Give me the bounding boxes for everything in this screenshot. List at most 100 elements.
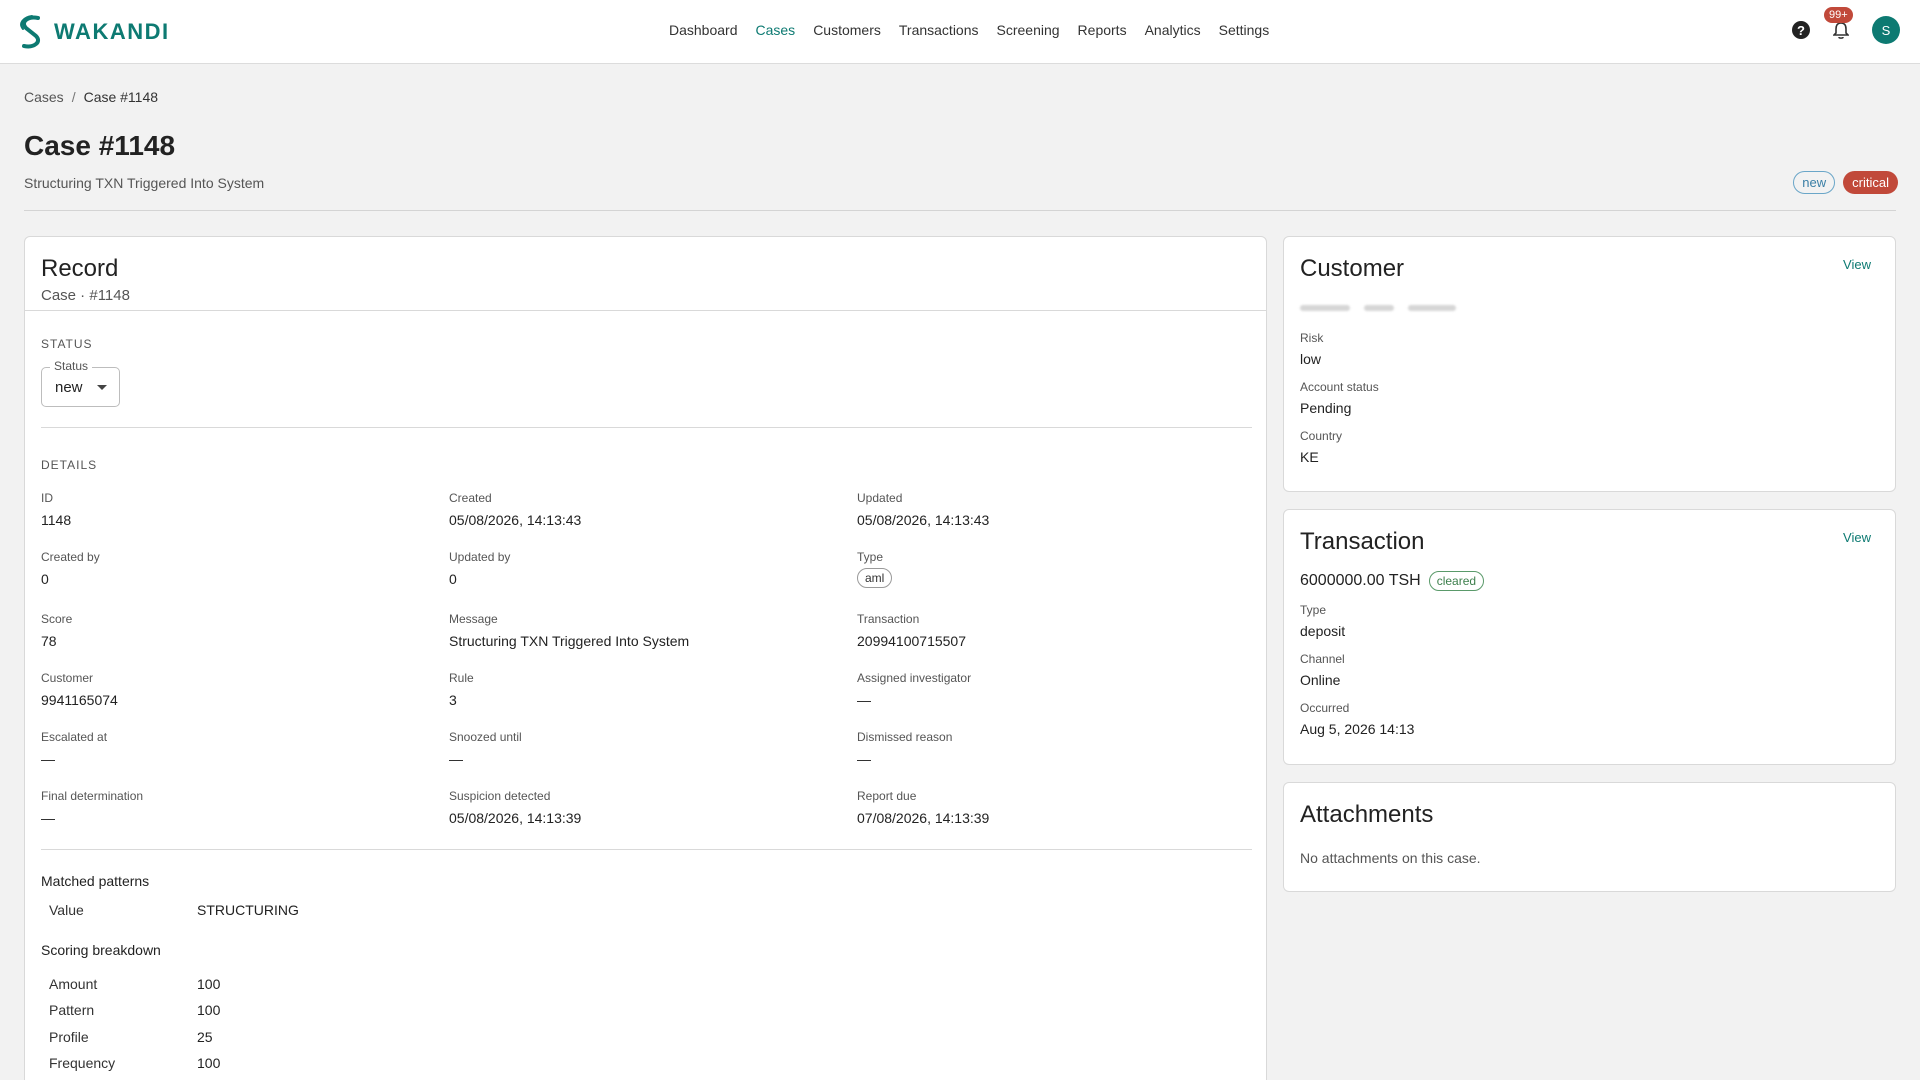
field-snoozed-until: Snoozed until —: [449, 730, 849, 767]
user-avatar[interactable]: S: [1872, 16, 1900, 44]
field-label: Customer: [41, 671, 94, 685]
field-updated: Updated 05/08/2026, 14:13:43: [857, 491, 1257, 528]
nav-customers[interactable]: Customers: [813, 22, 881, 38]
field-label: Account status: [1300, 380, 1379, 394]
field-label: Dismissed reason: [857, 730, 953, 744]
matched-pattern-row: Value STRUCTURING: [49, 902, 299, 918]
field-value: —: [857, 692, 871, 708]
record-header: Record Case · #1148: [41, 255, 130, 304]
field-label: Assigned investigator: [857, 671, 972, 685]
app-logo[interactable]: WAKANDI: [16, 14, 170, 50]
details-section-label: DETAILS: [41, 458, 98, 472]
transaction-amount-line: 6000000.00 TSH cleared: [1300, 571, 1485, 591]
field-value: —: [857, 751, 871, 767]
status-select[interactable]: Status new: [41, 359, 120, 407]
kv-value: 100: [197, 1002, 221, 1018]
status-section-label: STATUS: [41, 337, 93, 351]
main-nav: Dashboard Cases Customers Transactions S…: [669, 22, 1269, 38]
scoring-breakdown-heading: Scoring breakdown: [41, 942, 161, 958]
wakandi-logo-icon: [20, 15, 41, 49]
caret-down-icon: [97, 385, 107, 390]
nav-transactions[interactable]: Transactions: [899, 22, 979, 38]
field-message: Message Structuring TXN Triggered Into S…: [449, 612, 849, 649]
nav-dashboard[interactable]: Dashboard: [669, 22, 738, 38]
transaction-view-link[interactable]: View: [1843, 530, 1871, 545]
field-label: Occurred: [1300, 701, 1350, 715]
field-value: Structuring TXN Triggered Into System: [449, 633, 690, 649]
field-report-due: Report due 07/08/2026, 14:13:39: [857, 789, 1257, 826]
field-label: ID: [41, 491, 53, 505]
transaction-card-title: Transaction: [1300, 528, 1425, 555]
transaction-card: Transaction View 6000000.00 TSH cleared …: [1283, 509, 1896, 765]
customer-risk: Risk low: [1300, 331, 1323, 367]
severity-badge: critical: [1843, 171, 1898, 194]
field-value: 05/08/2026, 14:13:43: [449, 512, 582, 528]
status-select-label: Status: [50, 359, 93, 373]
field-value: 20994100715507: [857, 633, 967, 649]
field-label: Risk: [1300, 331, 1324, 345]
attachments-card: Attachments No attachments on this case.: [1283, 782, 1896, 892]
nav-reports[interactable]: Reports: [1078, 22, 1127, 38]
field-label: Type: [857, 550, 884, 564]
field-updated-by: Updated by 0: [449, 550, 849, 587]
status-divider: [41, 427, 1252, 428]
notifications-button[interactable]: 99+: [1824, 7, 1853, 41]
field-value: —: [41, 751, 55, 767]
field-label: Channel: [1300, 652, 1345, 666]
record-header-divider: [25, 310, 1266, 311]
field-label: Transaction: [857, 612, 920, 626]
status-badge: new: [1793, 171, 1836, 194]
nav-analytics[interactable]: Analytics: [1145, 22, 1201, 38]
page-title: Case #1148: [24, 130, 176, 161]
kv-key: Pattern: [49, 1002, 95, 1018]
customer-account-status: Account status Pending: [1300, 380, 1379, 416]
kv-key: Frequency: [49, 1055, 116, 1071]
breadcrumb-cases[interactable]: Cases: [24, 89, 64, 105]
breadcrumb-separator: /: [71, 89, 76, 105]
field-label: Escalated at: [41, 730, 108, 744]
type-tag: aml: [857, 568, 893, 588]
nav-settings[interactable]: Settings: [1219, 22, 1270, 38]
field-value: 1148: [41, 512, 72, 528]
field-rule: Rule 3: [449, 671, 849, 708]
redacted-bar: [1300, 305, 1350, 311]
customer-card-title: Customer: [1300, 255, 1405, 282]
field-value: Online: [1300, 672, 1341, 688]
field-value: Pending: [1300, 400, 1352, 416]
nav-cases[interactable]: Cases: [756, 22, 796, 38]
kv-value: 100: [197, 1055, 221, 1071]
header-divider: [24, 210, 1896, 211]
scoring-row: Pattern 100: [49, 1002, 220, 1018]
field-value: 0: [41, 571, 49, 587]
customer-name-redacted: [1300, 305, 1456, 311]
field-label: Type: [1300, 603, 1327, 617]
field-label: Created: [449, 491, 492, 505]
customer-view-link[interactable]: View: [1843, 257, 1871, 272]
header-badges: new critical: [1793, 171, 1898, 194]
field-label: Report due: [857, 789, 917, 803]
field-created: Created 05/08/2026, 14:13:43: [449, 491, 849, 528]
field-label: Created by: [41, 550, 100, 564]
help-icon[interactable]: ?: [1792, 21, 1810, 39]
scoring-row: Profile 25: [49, 1029, 213, 1045]
kv-key: Profile: [49, 1029, 89, 1045]
customer-card: Customer View Risk low Account status Pe…: [1283, 236, 1896, 492]
field-value: 0: [449, 571, 457, 587]
top-navbar: WAKANDI Dashboard Cases Customers Transa…: [0, 0, 1920, 64]
attachments-empty-text: No attachments on this case.: [1300, 850, 1481, 866]
field-value: 07/08/2026, 14:13:39: [857, 810, 990, 826]
scoring-row: Frequency 100: [49, 1055, 220, 1071]
field-transaction: Transaction 20994100715507: [857, 612, 1257, 649]
redacted-bar: [1364, 305, 1394, 311]
field-value: deposit: [1300, 623, 1346, 639]
nav-screening[interactable]: Screening: [997, 22, 1060, 38]
field-value: 78: [41, 633, 57, 649]
transaction-amount: 6000000.00 TSH: [1300, 572, 1421, 589]
transaction-type: Type deposit: [1300, 603, 1345, 639]
kv-value: 100: [197, 976, 221, 992]
field-label: Final determination: [41, 789, 144, 803]
field-created-by: Created by 0: [41, 550, 441, 587]
field-assigned-investigator: Assigned investigator —: [857, 671, 1257, 708]
kv-key: Value: [49, 902, 84, 918]
field-id: ID 1148: [41, 491, 441, 528]
